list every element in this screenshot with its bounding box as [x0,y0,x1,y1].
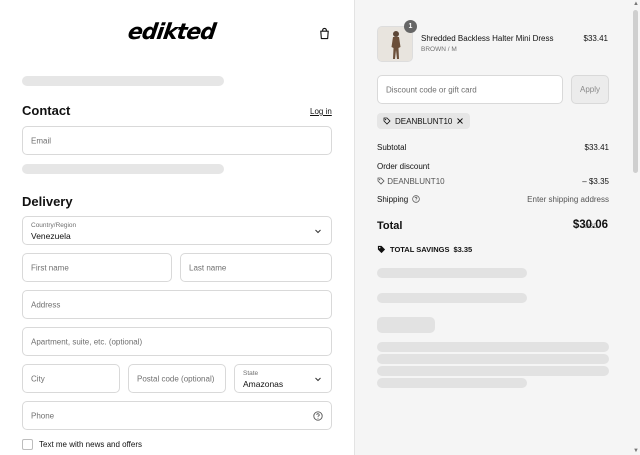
product-variant: BROWN / M [421,46,457,53]
sms-optin-label: Text me with news and offers [39,439,143,449]
shipping-label: Shipping [377,195,409,204]
apply-button[interactable]: Apply [571,75,609,104]
subtotal-label: Subtotal [377,143,407,152]
shipping-value: Enter shipping address [527,195,609,204]
first-name-placeholder: First name [31,263,69,272]
remove-discount-icon[interactable] [456,117,464,125]
applied-discount-tag: DEANBLUNT10 [377,113,471,129]
order-discount-label: Order discount [377,162,430,171]
chevron-down-icon [315,377,321,381]
scroll-up-arrow[interactable]: ▲ [633,1,639,7]
summary-skeleton [377,317,435,333]
country-value: Venezuela [31,231,71,241]
subtotal-value: $33.41 [584,143,609,152]
country-label: Country/Region [31,222,77,229]
applied-discount-code: DEANBLUNT10 [395,116,453,126]
summary-skeleton [377,268,527,278]
help-icon[interactable] [313,410,323,421]
tag-icon [377,177,385,185]
savings-label: TOTAL SAVINGS [390,245,450,254]
last-name-placeholder: Last name [189,263,227,272]
discount-code-label: DEANBLUNT10 [387,177,445,186]
address-field[interactable]: Address [22,290,332,319]
total-value: $30.06 [572,219,608,231]
postal-code-field[interactable]: Postal code (optional) [128,364,226,393]
discount-code-input[interactable]: Discount code or gift card [377,75,563,104]
help-icon[interactable] [412,195,421,203]
apartment-field[interactable]: Apartment, suite, etc. (optional) [22,327,332,356]
last-name-field[interactable]: Last name [180,253,332,282]
phone-field[interactable]: Phone [22,401,332,430]
sms-optin-checkbox[interactable] [22,438,33,450]
tag-icon [377,245,386,254]
delivery-heading: Delivery [22,194,73,209]
login-link[interactable]: Log in [310,107,332,116]
product-name: Shredded Backless Halter Mini Dress [421,34,554,43]
discount-detail-row: DEANBLUNT10 – $3.35 [377,177,609,186]
brand-logo[interactable]: edikted [126,20,217,45]
state-label: State [243,370,259,377]
email-placeholder: Email [31,136,52,145]
postal-code-placeholder: Postal code (optional) [137,374,215,383]
state-value: Amazonas [243,379,284,389]
email-field[interactable]: Email [22,126,332,155]
order-summary-panel: 1 Shredded Backless Halter Mini Dress BR… [354,0,640,455]
summary-skeleton [377,366,609,376]
first-name-field[interactable]: First name [22,253,172,282]
shipping-row: Shipping Enter shipping address [377,195,609,204]
city-placeholder: City [31,374,45,383]
discount-placeholder: Discount code or gift card [386,85,477,94]
savings-value: $3.35 [453,245,473,254]
country-select[interactable]: Country/Region Venezuela [22,216,332,245]
sms-optin-row[interactable]: Text me with news and offers [22,438,142,450]
summary-skeleton [377,342,609,352]
apartment-placeholder: Apartment, suite, etc. (optional) [31,337,143,346]
summary-skeleton [377,378,527,388]
quantity-badge: 1 [404,20,417,33]
scroll-down-arrow[interactable]: ▼ [633,448,639,454]
state-select[interactable]: State Amazonas [234,364,332,393]
total-savings: TOTAL SAVINGS $3.35 [377,245,472,254]
scrollbar-thumb[interactable] [633,10,638,173]
tag-icon [383,117,391,125]
city-field[interactable]: City [22,364,120,393]
discount-value: – $3.35 [582,177,609,186]
checkout-form-panel: edikted Contact Log in Email Delivery Co… [0,0,354,455]
express-checkout-skeleton [22,76,224,86]
order-discount-row: Order discount [377,162,609,171]
contact-heading: Contact [22,103,71,118]
summary-skeleton [377,354,609,364]
product-price: $33.41 [583,34,608,43]
total-label: Total [377,220,403,232]
marketing-skeleton [22,164,224,174]
chevron-down-icon [315,229,321,233]
address-placeholder: Address [31,300,61,309]
subtotal-row: Subtotal $33.41 [377,143,609,152]
summary-skeleton [377,293,527,303]
shopping-bag-icon[interactable] [318,27,331,40]
phone-placeholder: Phone [31,411,55,420]
